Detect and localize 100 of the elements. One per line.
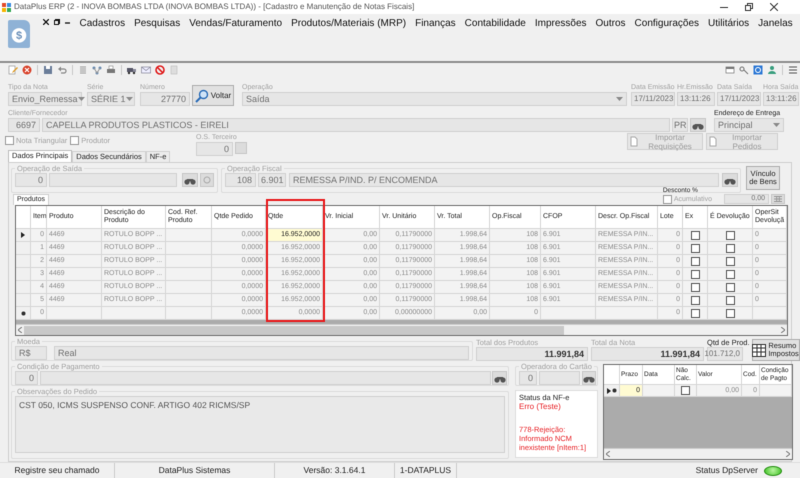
row-header[interactable] (16, 229, 31, 242)
menu-item[interactable]: Vendas/Faturamento (184, 17, 287, 31)
table-cell[interactable] (166, 255, 212, 268)
checkbox[interactable] (726, 244, 734, 252)
text-field[interactable]: 17/11/2023 (717, 92, 761, 106)
text-field[interactable] (40, 371, 491, 385)
save-icon[interactable] (43, 65, 53, 75)
table-cell[interactable] (102, 307, 166, 320)
text-field[interactable]: 0 (196, 142, 233, 156)
table-cell[interactable] (47, 307, 102, 320)
text-field[interactable]: 11.991,84 (476, 347, 588, 361)
lookup-button[interactable] (690, 118, 706, 132)
lookup-button[interactable] (492, 371, 507, 385)
menu-item[interactable]: Finanças (410, 17, 460, 31)
checkbox[interactable] (726, 256, 734, 266)
text-field[interactable]: 11.991,84 (591, 347, 704, 361)
text-field[interactable]: 13:11:26 (763, 92, 799, 106)
text-field[interactable]: Real (54, 346, 469, 360)
table-cell[interactable] (166, 307, 212, 320)
truck-icon[interactable] (127, 65, 137, 75)
table-cell[interactable] (596, 307, 658, 320)
checkbox[interactable] (690, 256, 700, 266)
network-icon[interactable] (92, 65, 102, 75)
menu-item[interactable]: Contabilidade (460, 17, 530, 31)
checkbox[interactable] (690, 296, 700, 304)
text-field[interactable] (49, 173, 177, 187)
grid-button[interactable] (771, 194, 785, 204)
restore-icon[interactable] (745, 3, 753, 11)
import-button[interactable]: Importar Pedidos (706, 133, 778, 150)
restore-icon[interactable] (54, 19, 60, 25)
voltar-button[interactable]: Voltar (192, 85, 234, 106)
checkbox[interactable] (726, 270, 734, 278)
checkbox[interactable] (662, 194, 672, 204)
checkbox[interactable] (690, 244, 700, 252)
checkbox[interactable] (726, 308, 734, 318)
checkbox[interactable] (726, 296, 734, 304)
table-cell[interactable] (166, 242, 212, 255)
text-field[interactable]: 0 (519, 371, 537, 385)
text-field[interactable]: 13:11:26 (677, 92, 715, 106)
table-cell[interactable] (643, 385, 675, 397)
menu-item[interactable]: Utilitários (704, 17, 754, 31)
close-icon[interactable] (770, 3, 778, 11)
checkbox[interactable] (726, 230, 734, 240)
mail-icon[interactable] (141, 65, 151, 75)
refresh-icon[interactable] (753, 65, 763, 75)
checkbox[interactable] (690, 308, 700, 318)
horizontal-scrollbar[interactable] (604, 448, 792, 459)
printer-icon[interactable] (106, 65, 116, 75)
checkbox[interactable] (690, 270, 700, 278)
text-field[interactable]: 0 (15, 371, 38, 385)
checkbox[interactable] (70, 136, 80, 145)
text-field[interactable]: 6.901 (258, 173, 286, 187)
text-area[interactable]: CST 050, ICMS SUSPENSO CONF. ARTIGO 402 RICMS/SP (15, 396, 505, 453)
prohibited-icon[interactable] (155, 65, 165, 75)
table-cell[interactable] (166, 268, 212, 281)
undo-icon[interactable] (57, 65, 67, 75)
table-cell[interactable] (166, 281, 212, 294)
pencil-icon[interactable] (8, 65, 18, 75)
text-field[interactable]: R$ (15, 346, 47, 360)
lookup-button[interactable] (722, 173, 738, 187)
checkbox[interactable] (726, 282, 734, 292)
table-cell[interactable] (541, 307, 596, 320)
key-icon[interactable] (739, 65, 749, 75)
dropdown[interactable]: Envio_Remessa (8, 92, 82, 106)
text-field[interactable]: 0 (15, 173, 47, 187)
lookup-button[interactable] (182, 173, 198, 187)
text-field[interactable]: PR (672, 118, 688, 132)
text-field[interactable]: CAPELLA PRODUTOS PLASTICOS - EIRELI (42, 118, 670, 132)
menu-item[interactable]: Configurações (630, 17, 704, 31)
text-field[interactable]: 6697 (8, 118, 40, 132)
horizontal-scrollbar[interactable] (16, 324, 787, 335)
person-icon[interactable] (767, 65, 777, 75)
text-field[interactable]: REMESSA P/IND. P/ ENCOMENDA (289, 173, 719, 187)
window-icon[interactable] (725, 65, 735, 75)
menu-item[interactable]: Outros (591, 17, 630, 31)
cancel-icon[interactable] (22, 65, 32, 75)
menu-item[interactable]: Cadastros (75, 17, 130, 31)
close-icon[interactable] (43, 19, 49, 25)
table-cell[interactable] (753, 307, 787, 320)
text-field[interactable]: 108 (225, 173, 256, 187)
row-header[interactable] (16, 307, 31, 320)
text-field[interactable]: 27770 (140, 92, 190, 106)
table-cell[interactable] (166, 294, 212, 307)
menu-item[interactable]: Janelas (754, 17, 798, 31)
table-cell[interactable] (166, 229, 212, 242)
row-header[interactable] (604, 385, 620, 397)
text-field[interactable]: 101.712,0 (707, 347, 743, 361)
checkbox[interactable] (690, 230, 700, 240)
menu-item[interactable]: Pesquisas (130, 17, 185, 31)
menu-item[interactable]: Impressões (530, 17, 592, 31)
lookup-button[interactable] (582, 371, 596, 385)
import-button[interactable]: Importar Requisições (627, 133, 703, 150)
checkbox[interactable] (690, 282, 700, 292)
list-icon[interactable] (78, 65, 88, 75)
checkbox[interactable] (5, 136, 14, 145)
dropdown[interactable]: Saída (242, 92, 627, 106)
text-field[interactable]: 17/11/2023 (631, 92, 675, 106)
dropdown[interactable]: SÉRIE 1 (87, 92, 135, 106)
checkbox[interactable] (681, 386, 690, 395)
menu-icon[interactable] (788, 65, 798, 75)
